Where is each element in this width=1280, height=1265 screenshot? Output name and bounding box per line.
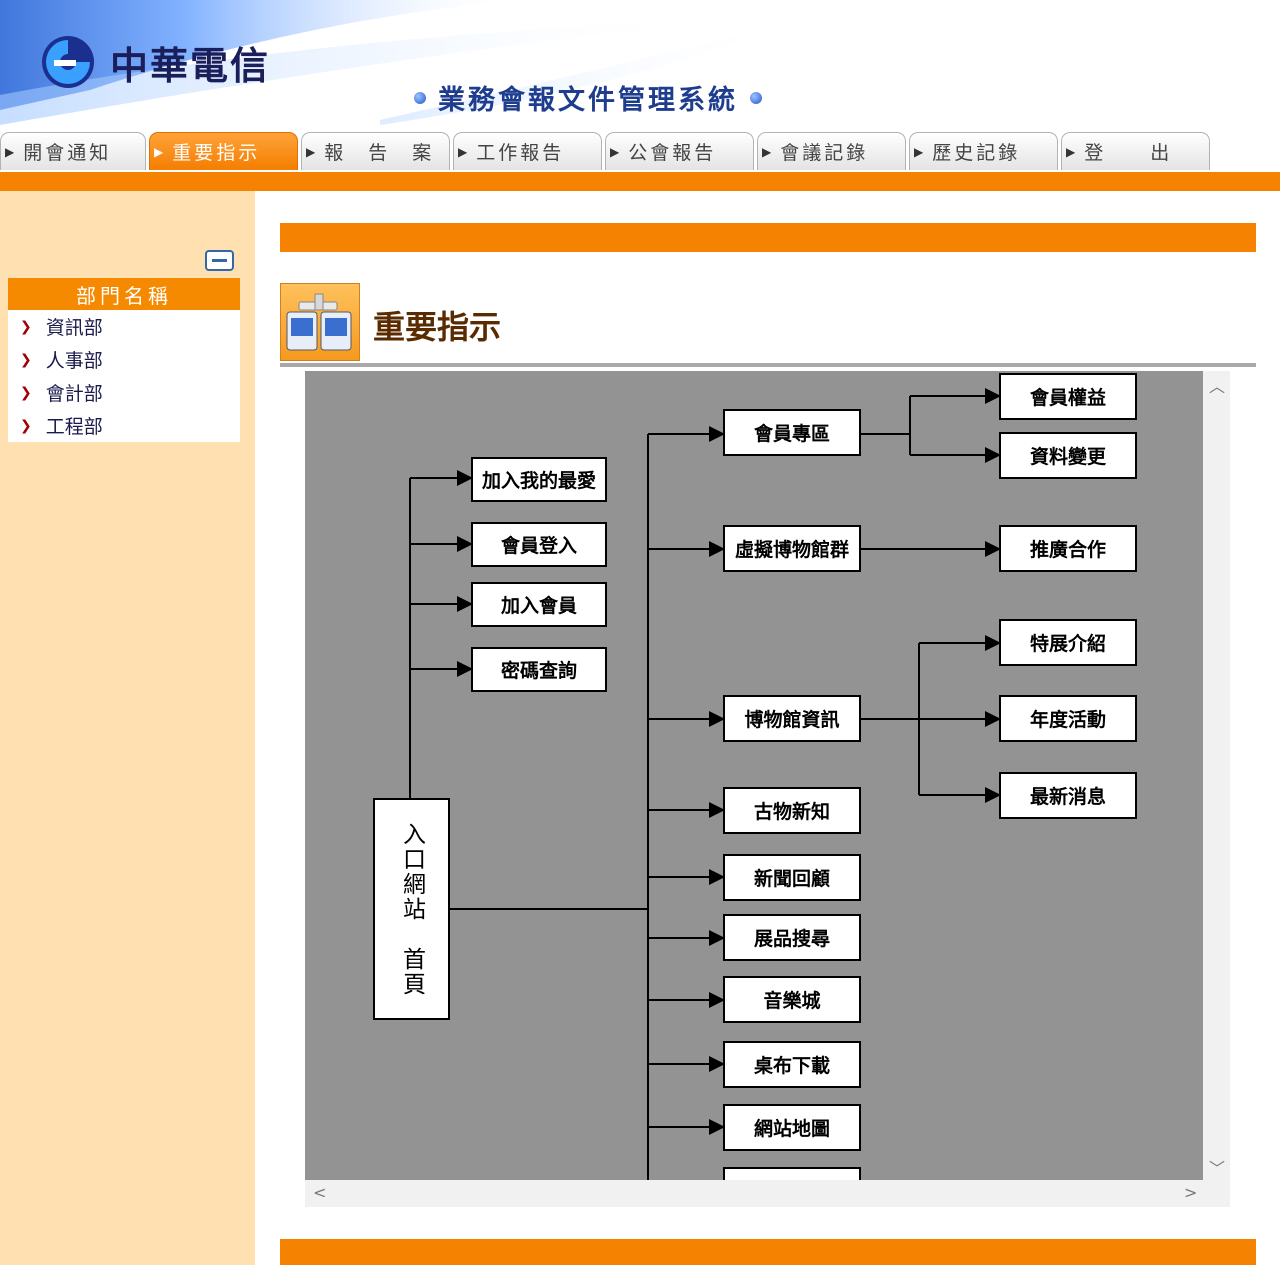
tab-important-instructions[interactable]: ▶ 重要指示 (149, 132, 298, 170)
sitemap-node: 資料變更 (999, 432, 1137, 479)
content-bottom-bar (280, 1239, 1256, 1265)
system-title-text: 業務會報文件管理系統 (438, 85, 738, 116)
tab-meeting-notice[interactable]: ▶ 開會通知 (0, 132, 146, 170)
bullet-dot-icon (750, 91, 762, 104)
tab-label: 公會報告 (628, 142, 717, 164)
sitemap-node: 展品搜尋 (723, 914, 861, 961)
brand-logo[interactable]: 中華電信 (40, 34, 270, 90)
sitemap-node: 新聞回顧 (723, 854, 861, 901)
tab-history[interactable]: ▶ 歷史記錄 (909, 132, 1058, 170)
chevron-right-icon: ❯ (20, 417, 32, 434)
sidebar-item-label: 工程部 (45, 416, 103, 438)
sitemap-node: 虛擬博物館群 (723, 525, 861, 572)
triangle-right-icon: ▶ (458, 144, 471, 159)
scroll-right-icon[interactable]: > (1184, 1183, 1197, 1202)
tab-meeting-minutes[interactable]: ▶ 會議記錄 (757, 132, 906, 170)
tab-label: 歷史記錄 (932, 142, 1021, 164)
page-title: 重要指示 (373, 308, 502, 346)
collapse-minus-icon[interactable] (205, 250, 234, 271)
tab-logout[interactable]: ▶ 登 出 (1061, 132, 1210, 170)
sitemap-viewer: 入口網站 首頁 加入我的最愛 會員登入 加入會員 密碼查詢 會員專區 虛擬博物館… (305, 371, 1230, 1207)
brand-name: 中華電信 (110, 43, 271, 88)
horizontal-scrollbar[interactable]: < > (305, 1180, 1203, 1207)
nav-underline (0, 172, 1280, 191)
tab-label: 登 出 (1084, 142, 1173, 164)
sitemap-node: 博物館資訊 (723, 695, 861, 742)
chevron-right-icon: ❯ (20, 384, 32, 401)
triangle-right-icon: ▶ (154, 144, 167, 159)
bullet-dot-icon (414, 91, 426, 104)
scroll-down-icon[interactable]: ﹀ (1209, 1155, 1225, 1179)
scroll-up-icon[interactable]: ︿ (1209, 373, 1225, 397)
header: 中華電信 業務會報文件管理系統 (0, 0, 1280, 130)
tab-union-report[interactable]: ▶ 公會報告 (605, 132, 754, 170)
sitemap-node-partial (723, 1167, 861, 1180)
vertical-scrollbar[interactable]: ︿ ﹀ (1203, 371, 1230, 1180)
sitemap-node: 會員專區 (723, 409, 861, 456)
sitemap-node: 古物新知 (723, 787, 861, 834)
tab-reports[interactable]: ▶ 報 告 案 (301, 132, 450, 170)
triangle-right-icon: ▶ (306, 144, 319, 159)
sitemap-node: 年度活動 (999, 695, 1137, 742)
triangle-right-icon: ▶ (762, 144, 775, 159)
tab-work-report[interactable]: ▶ 工作報告 (453, 132, 602, 170)
tab-label: 工作報告 (476, 142, 565, 164)
sidebar-item-engineering[interactable]: ❯ 工程部 (8, 409, 240, 442)
triangle-right-icon: ▶ (5, 144, 18, 159)
sidebar-item-accounting[interactable]: ❯ 會計部 (8, 376, 240, 409)
main-nav: ▶ 開會通知 ▶ 重要指示 ▶ 報 告 案 ▶ 工作報告 ▶ 公會報告 ▶ 會議記錄 ▶ 歷史… (0, 130, 1280, 172)
chevron-right-icon: ❯ (20, 351, 32, 368)
sidebar-item-label: 資訊部 (45, 317, 103, 339)
scroll-left-icon[interactable]: < (313, 1183, 326, 1202)
department-panel: 部門名稱 ❯ 資訊部 ❯ 人事部 ❯ 會計部 ❯ 工程部 (8, 278, 240, 442)
sitemap-diagram: 入口網站 首頁 加入我的最愛 會員登入 加入會員 密碼查詢 會員專區 虛擬博物館… (305, 371, 1203, 1180)
sitemap-node: 會員登入 (471, 522, 607, 567)
sitemap-node: 桌布下載 (723, 1041, 861, 1088)
sitemap-node: 音樂城 (723, 976, 861, 1023)
content-top-bar (280, 223, 1256, 252)
tab-label: 會議記錄 (780, 142, 869, 164)
sitemap-node: 最新消息 (999, 772, 1137, 819)
sitemap-node: 特展介紹 (999, 619, 1137, 666)
sidebar-item-label: 人事部 (45, 350, 103, 372)
title-divider (280, 363, 1256, 367)
tab-label: 重要指示 (172, 142, 261, 164)
sitemap-root-node: 入口網站 首頁 (373, 798, 450, 1020)
sitemap-node: 網站地圖 (723, 1104, 861, 1151)
triangle-right-icon: ▶ (610, 144, 623, 159)
sitemap-node: 加入會員 (471, 582, 607, 627)
tab-label: 開會通知 (23, 142, 112, 164)
triangle-right-icon: ▶ (1066, 144, 1079, 159)
department-heading: 部門名稱 (8, 278, 240, 310)
network-computers-icon (280, 283, 360, 361)
cht-logo-icon (42, 36, 94, 88)
tab-label: 報 告 案 (324, 142, 435, 164)
sidebar-item-hr[interactable]: ❯ 人事部 (8, 343, 240, 376)
sidebar: 部門名稱 ❯ 資訊部 ❯ 人事部 ❯ 會計部 ❯ 工程部 (0, 191, 255, 1265)
sidebar-item-label: 會計部 (45, 383, 103, 405)
sitemap-node: 會員權益 (999, 373, 1137, 420)
sitemap-node: 加入我的最愛 (471, 457, 607, 502)
system-title: 業務會報文件管理系統 (414, 78, 762, 117)
sidebar-item-it[interactable]: ❯ 資訊部 (8, 310, 240, 343)
triangle-right-icon: ▶ (914, 144, 927, 159)
chevron-right-icon: ❯ (20, 318, 32, 335)
sitemap-node: 密碼查詢 (471, 647, 607, 692)
sitemap-node: 推廣合作 (999, 525, 1137, 572)
